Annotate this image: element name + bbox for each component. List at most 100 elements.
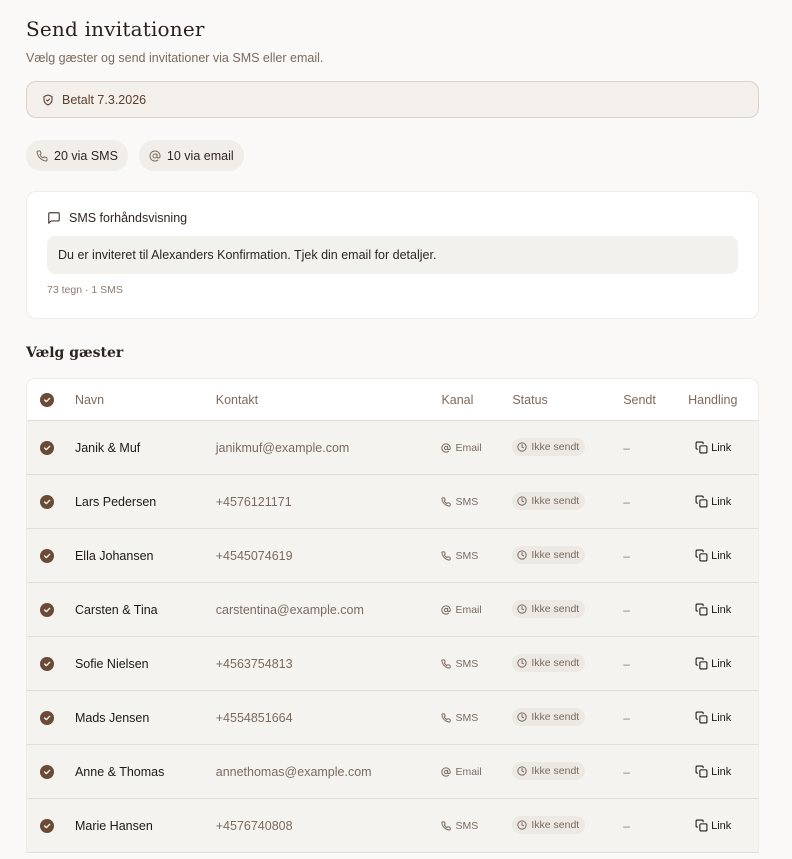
- guest-channel: SMS: [441, 496, 512, 508]
- channel-label: Email: [455, 441, 482, 454]
- column-header-sent[interactable]: Sendt: [623, 393, 688, 407]
- table-body: Janik & Muf janikmuf@example.com Email I…: [27, 421, 758, 853]
- guest-channel: SMS: [441, 658, 512, 670]
- channel-label: Email: [455, 765, 482, 778]
- copy-icon: [695, 603, 708, 616]
- column-header-contact[interactable]: Kontakt: [216, 393, 442, 407]
- table-header-row: Navn Kontakt Kanal Status Sendt Handling: [27, 379, 758, 421]
- copy-icon: [695, 657, 708, 670]
- copy-link-button[interactable]: Link: [695, 711, 731, 724]
- status-label: Ikke sendt: [531, 441, 580, 453]
- guest-contact: carstentina@example.com: [215, 602, 364, 617]
- sent-date: –: [623, 710, 630, 725]
- column-header-action: Handling: [688, 392, 738, 407]
- status-label: Ikke sendt: [531, 549, 580, 561]
- status-label: Ikke sendt: [531, 657, 580, 669]
- sms-preview-title: SMS forhåndsvisning: [69, 211, 188, 225]
- copy-link-button[interactable]: Link: [695, 549, 731, 562]
- status-label: Ikke sendt: [531, 765, 580, 777]
- column-header-name[interactable]: Navn: [75, 393, 216, 407]
- status-badge: Ikke sendt: [512, 708, 586, 726]
- table-row[interactable]: Sofie Nielsen +4563754813 SMS Ikke sendt…: [27, 637, 758, 691]
- guest-name: Marie Hansen: [74, 818, 153, 833]
- channel-counts: 20 via SMS 10 via email: [26, 140, 759, 171]
- sms-count-chip: 20 via SMS: [26, 140, 128, 171]
- status-badge: Ikke sendt: [512, 438, 586, 456]
- phone-icon: [441, 550, 452, 561]
- at-icon: [441, 442, 452, 453]
- guests-section-title: Vælg gæster: [26, 345, 124, 361]
- guest-name: Ella Johansen: [74, 548, 154, 563]
- copy-link-label: Link: [711, 549, 732, 562]
- sms-preview-message: Du er inviteret til Alexanders Konfirmat…: [47, 236, 738, 274]
- row-checkbox[interactable]: [40, 656, 54, 671]
- row-checkbox[interactable]: [40, 710, 54, 725]
- status-badge: Ikke sendt: [512, 546, 586, 564]
- sent-date: –: [623, 548, 630, 563]
- copy-link-button[interactable]: Link: [695, 441, 731, 454]
- copy-icon: [695, 819, 708, 832]
- guest-channel: Email: [441, 604, 512, 616]
- guest-name: Lars Pedersen: [74, 494, 157, 509]
- row-checkbox[interactable]: [40, 440, 54, 455]
- table-row[interactable]: Mads Jensen +4554851664 SMS Ikke sendt –…: [27, 691, 758, 745]
- guest-contact: +4576121171: [215, 494, 292, 509]
- select-all-checkbox[interactable]: [40, 392, 54, 407]
- guests-table: Navn Kontakt Kanal Status Sendt Handling…: [26, 378, 759, 853]
- copy-link-button[interactable]: Link: [695, 657, 731, 670]
- table-row[interactable]: Anne & Thomas annethomas@example.com Ema…: [27, 745, 758, 799]
- copy-link-button[interactable]: Link: [695, 819, 731, 832]
- copy-link-label: Link: [711, 441, 732, 454]
- shield-check-icon: [42, 93, 54, 106]
- status-label: Ikke sendt: [531, 819, 580, 831]
- guest-name: Anne & Thomas: [74, 764, 165, 779]
- sent-date: –: [623, 656, 630, 671]
- status-badge: Ikke sendt: [512, 600, 586, 618]
- status-label: Ikke sendt: [531, 603, 580, 615]
- sms-preview-header: SMS forhåndsvisning: [47, 210, 738, 226]
- guest-name: Sofie Nielsen: [74, 656, 149, 671]
- clock-icon: [517, 766, 528, 776]
- sent-date: –: [623, 818, 630, 833]
- guest-channel: Email: [441, 442, 512, 454]
- table-row[interactable]: Lars Pedersen +4576121171 SMS Ikke sendt…: [27, 475, 758, 529]
- guest-name: Carsten & Tina: [74, 602, 158, 617]
- phone-icon: [441, 712, 452, 723]
- sent-date: –: [623, 440, 630, 455]
- copy-link-label: Link: [711, 711, 732, 724]
- at-icon: [149, 150, 161, 162]
- copy-link-button[interactable]: Link: [695, 765, 731, 778]
- clock-icon: [517, 604, 528, 614]
- payment-status-banner: Betalt 7.3.2026: [26, 81, 759, 118]
- table-row[interactable]: Ella Johansen +4545074619 SMS Ikke sendt…: [27, 529, 758, 583]
- table-row[interactable]: Carsten & Tina carstentina@example.com E…: [27, 583, 758, 637]
- row-checkbox[interactable]: [40, 764, 54, 779]
- guest-contact: +4576740808: [215, 818, 293, 833]
- copy-icon: [695, 441, 708, 454]
- row-checkbox[interactable]: [40, 494, 54, 509]
- channel-label: Email: [455, 603, 482, 616]
- clock-icon: [517, 442, 528, 452]
- guest-channel: SMS: [441, 820, 512, 832]
- send-invitations-page: Send invitationer Vælg gæster og send in…: [26, 16, 759, 853]
- sent-date: –: [623, 494, 630, 509]
- column-header-channel[interactable]: Kanal: [441, 393, 512, 407]
- status-badge: Ikke sendt: [512, 654, 586, 672]
- copy-link-button[interactable]: Link: [695, 495, 731, 508]
- clock-icon: [517, 550, 528, 560]
- table-row[interactable]: Marie Hansen +4576740808 SMS Ikke sendt …: [27, 799, 758, 853]
- payment-status-label: Betalt 7.3.2026: [62, 92, 147, 107]
- copy-icon: [695, 549, 708, 562]
- copy-link-label: Link: [711, 495, 732, 508]
- phone-icon: [441, 658, 452, 669]
- row-checkbox[interactable]: [40, 602, 54, 617]
- column-header-status[interactable]: Status: [512, 393, 623, 407]
- copy-link-button[interactable]: Link: [695, 603, 731, 616]
- message-square-icon: [47, 211, 61, 225]
- guest-channel: SMS: [441, 550, 512, 562]
- row-checkbox[interactable]: [40, 548, 54, 563]
- channel-label: SMS: [455, 819, 479, 832]
- row-checkbox[interactable]: [40, 818, 54, 833]
- table-row[interactable]: Janik & Muf janikmuf@example.com Email I…: [27, 421, 758, 475]
- channel-label: SMS: [455, 495, 479, 508]
